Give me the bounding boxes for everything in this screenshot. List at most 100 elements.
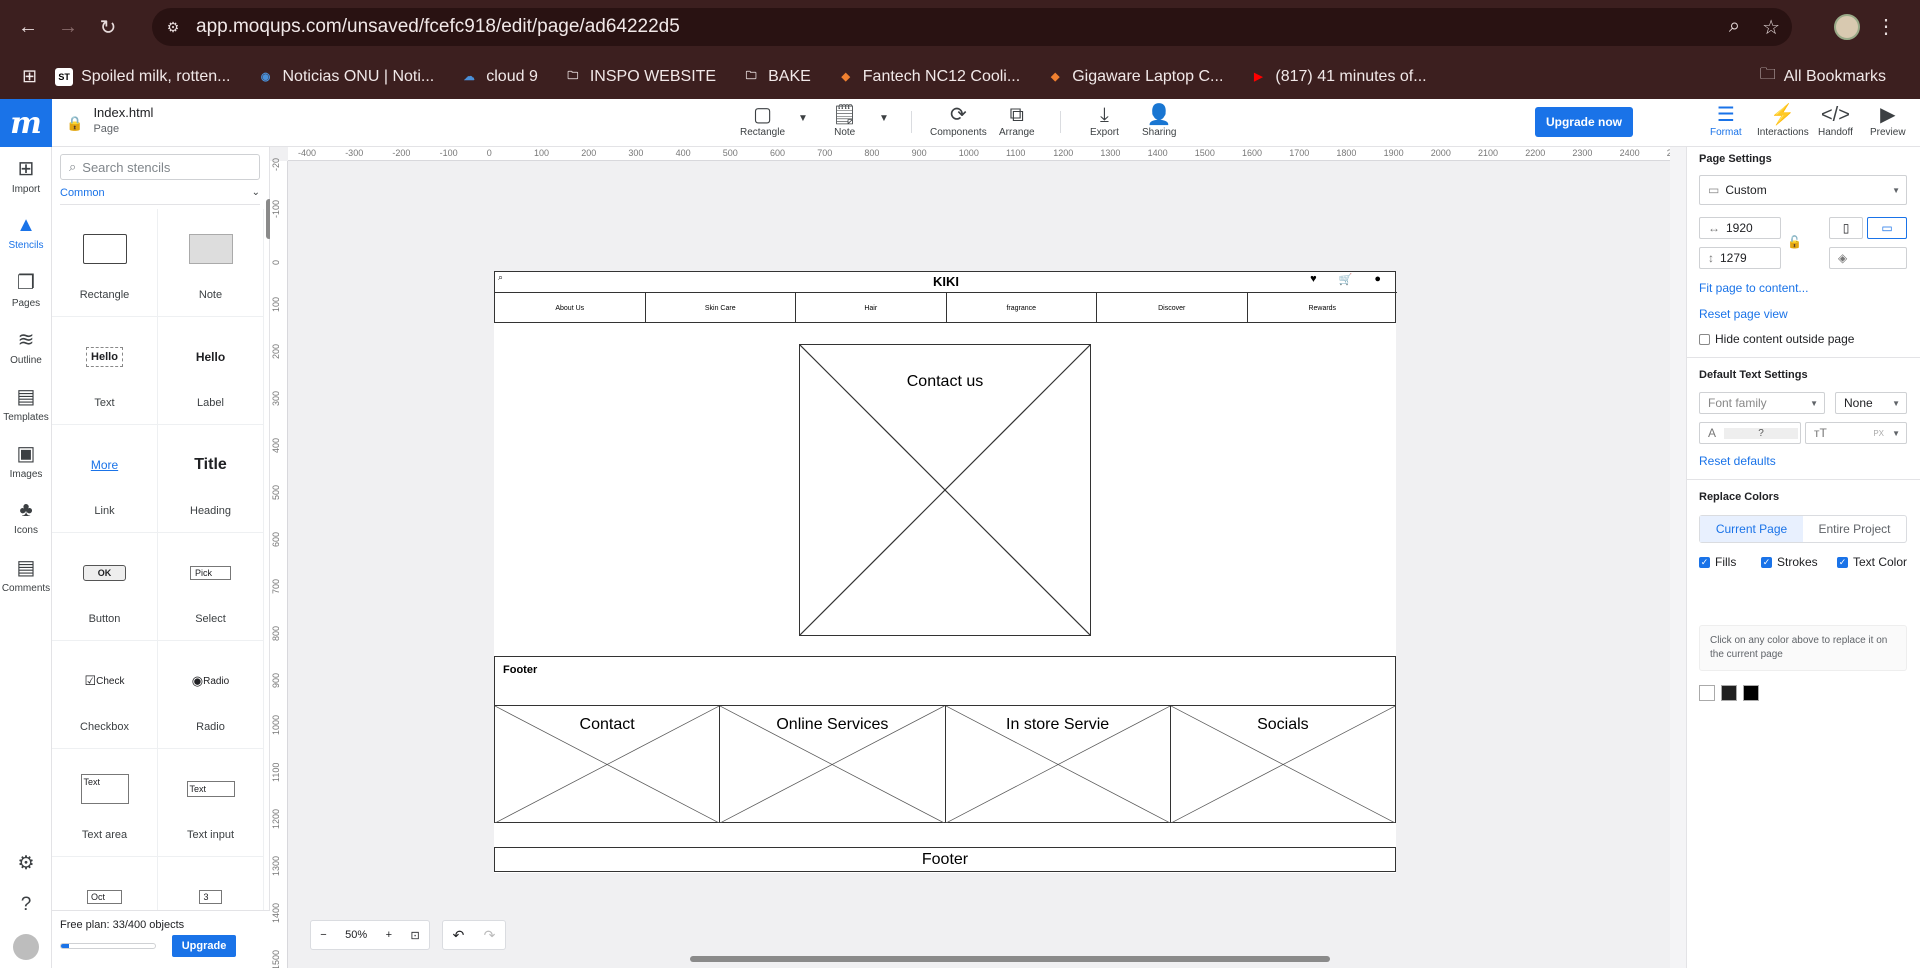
reload-icon[interactable]: ↻ [88,7,128,47]
rectangle-dropdown-icon[interactable]: ▼ [798,113,808,124]
zoom-icon[interactable]: ⌕ [1729,15,1740,40]
back-icon[interactable]: ← [8,7,48,47]
profile-avatar[interactable] [1834,14,1860,40]
color-swatch[interactable] [1699,685,1715,701]
portrait-button[interactable]: ▯ [1829,217,1863,239]
color-swatch[interactable] [1721,685,1737,701]
category-header[interactable]: Common ⌄ [60,187,260,205]
page-size-select[interactable]: ▭ Custom ▼ [1699,175,1907,205]
footer-cell-placeholder[interactable]: Contact [495,706,721,823]
sharing-tool[interactable]: 👤 Sharing [1142,103,1176,138]
apps-grid-icon[interactable]: ⊞ [22,66,37,87]
hide-outside-checkbox[interactable]: Hide content outside page [1699,332,1854,346]
page-height-input[interactable]: ↕ 1279 [1699,247,1781,269]
site-settings-icon[interactable]: ⚙ [158,12,188,42]
wire-nav-item[interactable]: Discover [1097,293,1248,323]
wire-nav-item[interactable]: About Us [495,293,646,323]
tab-preview[interactable]: ▶ Preview [1870,103,1906,138]
strokes-checkbox[interactable]: ✓ Strokes [1761,555,1818,569]
page-fill-color[interactable]: ◈ [1829,247,1907,269]
stencil-heading[interactable]: Title Heading [158,425,264,533]
menu-kebab-icon[interactable]: ⋮ [1876,14,1896,39]
forward-icon[interactable]: → [48,7,88,47]
wire-header[interactable]: ⌕ KIKI ♥ 🛒 ● About Us Skin Care Hair fragra… [494,271,1398,323]
stencil-checkbox[interactable]: ☑ Check Checkbox [52,641,158,749]
rail-stencils[interactable]: ▲ Stencils [0,204,52,261]
rail-outline[interactable]: ≋ Outline [0,318,52,375]
address-bar[interactable]: ⚙ app.moqups.com/unsaved/fcefc918/edit/p… [152,8,1792,46]
rectangle-tool[interactable]: ▢ Rectangle [740,103,785,138]
stencil-text-input[interactable]: Text Text input [158,749,264,857]
footer-cell-placeholder[interactable]: Socials [1170,706,1395,823]
font-family-select[interactable]: Font family ▼ [1699,392,1825,414]
rail-templates[interactable]: ▤ Templates [0,375,52,432]
note-dropdown-icon[interactable]: ▼ [879,113,889,124]
font-style-select[interactable]: None ▼ [1835,392,1907,414]
stencil-note[interactable]: Note [158,209,264,317]
tab-handoff[interactable]: </> Handoff [1818,103,1853,138]
bookmark-item[interactable]: ◆ Fantech NC12 Cooli... [837,68,1021,86]
all-bookmarks[interactable]: 🗀 All Bookmarks [1760,63,1886,90]
moqups-logo[interactable]: m [0,99,52,147]
wireframe-page[interactable]: ⌕ KIKI ♥ 🛒 ● About Us Skin Care Hair fragra… [494,271,1398,873]
bookmark-item[interactable]: 🗀 BAKE [742,68,811,86]
zoom-level[interactable]: 50% [345,929,367,941]
bookmark-item[interactable]: 🗀 INSPO WEBSITE [564,68,716,86]
file-name[interactable]: Index.html [93,105,153,120]
export-tool[interactable]: ⤓ Export [1090,103,1119,138]
components-tool[interactable]: ⟳ Components [930,103,987,138]
wire-footer-bar[interactable]: Footer [494,847,1396,872]
canvas-hscrollbar[interactable] [690,956,1330,962]
bookmark-item[interactable]: ◉ Noticias ONU | Noti... [257,68,435,86]
undo-icon[interactable]: ↶ [453,927,465,944]
upgrade-now-button[interactable]: Upgrade now [1535,107,1633,137]
wire-nav-item[interactable]: Rewards [1248,293,1398,323]
rail-images[interactable]: ▣ Images [0,432,52,489]
rail-icons[interactable]: ♣ Icons [0,489,52,546]
page-width-input[interactable]: ↔ 1920 [1699,217,1781,239]
stencil-link[interactable]: More Link [52,425,158,533]
stencil-rectangle[interactable]: Rectangle [52,209,158,317]
help-icon[interactable]: ? [0,884,52,926]
color-swatch[interactable] [1743,685,1759,701]
wire-nav-item[interactable]: Hair [796,293,947,323]
stencil-radio[interactable]: ◉ Radio Radio [158,641,264,749]
bookmark-star-icon[interactable]: ☆ [1762,15,1780,40]
lock-icon[interactable]: 🔒 [66,115,83,132]
zoom-out-button[interactable]: − [320,929,326,941]
bookmark-item[interactable]: ◆ Gigaware Laptop C... [1046,68,1223,86]
rail-comments[interactable]: ▤ Comments [0,546,52,603]
stencil-button[interactable]: OK Button [52,533,158,641]
footer-cell-placeholder[interactable]: In store Servie [945,706,1171,823]
fills-checkbox[interactable]: ✓ Fills [1699,555,1736,569]
fit-screen-icon[interactable]: ⊡ [411,929,420,942]
bookmark-item[interactable]: ▶ (817) 41 minutes of... [1249,68,1426,86]
rail-import[interactable]: ⊞ Import [0,147,52,204]
footer-cell-placeholder[interactable]: Online Services [720,706,946,823]
line-height-input[interactable]: ᴛT PX ▼ [1805,422,1907,444]
zoom-in-button[interactable]: + [386,929,392,941]
entire-project-option[interactable]: Entire Project [1803,516,1906,542]
text-color-input[interactable]: A? [1699,422,1801,444]
stencil-text-area[interactable]: Text Text area [52,749,158,857]
reset-defaults-link[interactable]: Reset defaults [1699,454,1776,468]
wire-footer-block[interactable]: Footer Contact Online Services In store Se… [494,656,1396,823]
landscape-button[interactable]: ▭ [1867,217,1907,239]
upgrade-button[interactable]: Upgrade [172,935,236,957]
redo-icon[interactable]: ↷ [484,927,496,944]
fit-page-link[interactable]: Fit page to content... [1699,281,1808,295]
user-avatar[interactable] [0,926,52,968]
wire-nav-item[interactable]: Skin Care [646,293,796,323]
rail-pages[interactable]: ❐ Pages [0,261,52,318]
arrange-tool[interactable]: ⧉ Arrange [999,103,1035,138]
settings-gear-icon[interactable]: ⚙ [0,842,52,884]
canvas-area[interactable]: -400 -300 -200 -100 0 100 200 300 400 500 600 700 80… [270,147,1670,968]
stencil-select[interactable]: Pick Select [158,533,264,641]
stencil-text[interactable]: Hello Text [52,317,158,425]
current-page-option[interactable]: Current Page [1700,516,1803,542]
bookmark-item[interactable]: ☁ cloud 9 [460,68,538,86]
text-color-checkbox[interactable]: ✓ Text Color [1837,555,1907,569]
bookmark-item[interactable]: ST Spoiled milk, rotten... [55,67,231,86]
wire-nav-item[interactable]: fragrance [947,293,1097,323]
stencil-label[interactable]: Hello Label [158,317,264,425]
